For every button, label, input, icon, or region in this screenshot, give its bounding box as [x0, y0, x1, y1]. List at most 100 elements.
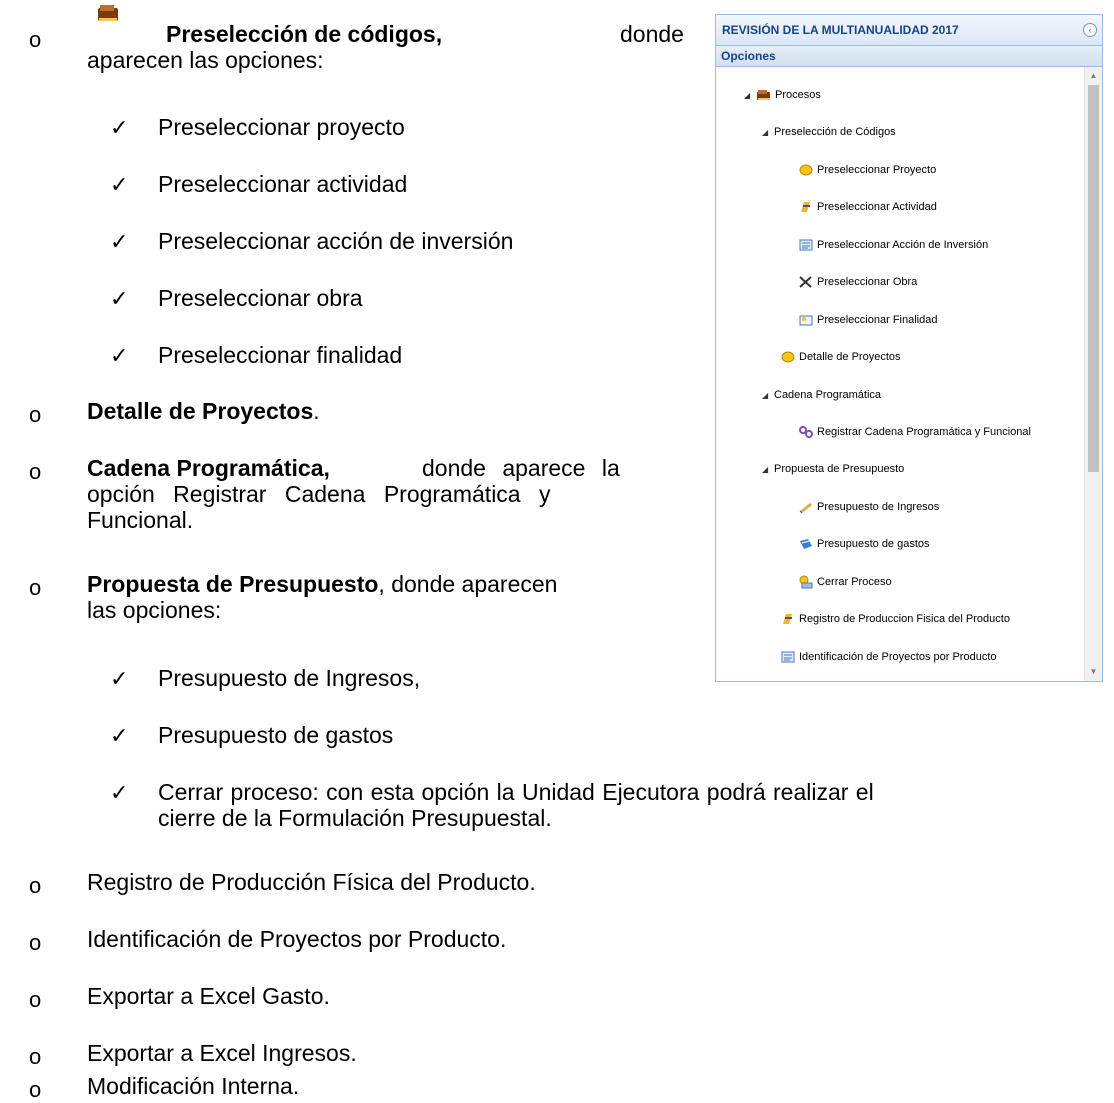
tree-node-propuesta[interactable]: ◢ Propuesta de Presupuesto	[762, 459, 904, 479]
tree-node[interactable]: Preseleccionar Acción de Inversión	[798, 235, 988, 255]
check-icon: ✓	[110, 723, 129, 748]
check-icon: ✓	[110, 343, 129, 368]
tools-icon	[798, 275, 814, 289]
other-item: Modificación Interna.	[87, 1073, 300, 1099]
bullet: o	[29, 930, 42, 955]
bullet: o	[29, 575, 42, 600]
tree-node[interactable]: Registrar Cadena Programática y Funciona…	[798, 422, 1031, 442]
investment-icon	[798, 238, 814, 252]
tree-label: Identificación de Proyectos por Producto	[799, 651, 997, 663]
tree-label: Preseleccionar Acción de Inversión	[817, 239, 989, 251]
collapse-icon[interactable]: ‹	[1083, 23, 1097, 37]
tree-label: Cerrar Proceso	[817, 576, 892, 588]
cerrar-line1: Cerrar proceso: con esta opción la Unida…	[158, 779, 874, 805]
folder-book-icon	[756, 88, 772, 102]
investment-icon	[780, 650, 796, 664]
tree-node[interactable]: Preseleccionar Finalidad	[798, 310, 937, 330]
document-page: o Preselección de códigos, donde aparece…	[0, 0, 1114, 1102]
prop-option: Presupuesto de Ingresos,	[158, 665, 421, 691]
tree-node-preseleccion[interactable]: ◢ Preselección de Códigos	[762, 122, 896, 142]
tree-label: Preseleccionar Proyecto	[817, 164, 937, 176]
tree-label: Presupuesto de Ingresos	[817, 501, 940, 513]
cadena-line2: opción Registrar Cadena Programática y	[87, 481, 551, 507]
menu-panel: REVISIÓN DE LA MULTIANUALIDAD 2017 ‹ Opc…	[715, 14, 1103, 682]
check-icon: ✓	[110, 780, 129, 805]
folder-book-icon	[95, 2, 121, 24]
pre-option: Preseleccionar finalidad	[158, 342, 403, 368]
expanded-arrow-icon[interactable]: ◢	[744, 91, 756, 100]
expanded-arrow-icon[interactable]: ◢	[762, 465, 774, 474]
tree-label: Preseleccionar Obra	[817, 276, 918, 288]
bullet: o	[29, 402, 42, 427]
tree-node-cadena[interactable]: ◢ Cadena Programática	[762, 385, 881, 405]
cerrar-line2: cierre de la Formulación Presupuestal.	[158, 805, 552, 831]
propuesta-heading: Propuesta de Presupuesto	[87, 571, 379, 597]
project-icon	[798, 163, 814, 177]
bullet: o	[29, 1044, 42, 1069]
bullet: o	[29, 27, 42, 52]
detalle-heading: Detalle de Proyectos	[87, 398, 314, 424]
section-header[interactable]: Opciones	[716, 46, 1102, 67]
check-icon: ✓	[110, 229, 129, 254]
other-item: Identificación de Proyectos por Producto…	[87, 926, 507, 952]
tree-node-procesos[interactable]: ◢ Procesos	[744, 85, 821, 105]
tree-node[interactable]: Presupuesto de gastos	[798, 534, 930, 554]
bullet: o	[29, 987, 42, 1012]
pre-option: Preseleccionar actividad	[158, 171, 408, 197]
check-icon: ✓	[110, 172, 129, 197]
pre-option: Preseleccionar obra	[158, 285, 363, 311]
expanded-arrow-icon[interactable]: ◢	[762, 128, 774, 137]
expanded-arrow-icon[interactable]: ◢	[762, 391, 774, 400]
propuesta-line2: las opciones:	[87, 597, 222, 623]
panel-title: REVISIÓN DE LA MULTIANUALIDAD 2017	[722, 23, 959, 37]
other-item: Exportar a Excel Ingresos.	[87, 1040, 357, 1066]
tree-label: Registro de Produccion Fisica del Produc…	[799, 613, 1010, 625]
cadena-line3: Funcional.	[87, 507, 194, 533]
tree-label: Detalle de Proyectos	[799, 351, 901, 363]
scroll-up-icon[interactable]: ▲	[1085, 69, 1102, 83]
bullet: o	[29, 1077, 42, 1102]
tree: ◢ Procesos ◢ Preselección de Códigos Pre…	[716, 67, 1079, 681]
tree-label: Procesos	[775, 89, 821, 101]
preseleccion-heading: Preselección de códigos,	[166, 21, 443, 47]
scroll-down-icon[interactable]: ▼	[1085, 665, 1102, 679]
section-title: Opciones	[721, 49, 776, 63]
bullet: o	[29, 873, 42, 898]
pre-option: Preseleccionar proyecto	[158, 114, 405, 140]
prop-option: Presupuesto de gastos	[158, 722, 394, 748]
finalidad-icon	[798, 313, 814, 327]
tree-label: Preseleccionar Actividad	[817, 201, 937, 213]
bullet: o	[29, 459, 42, 484]
cadena-rest: donde aparece la	[422, 455, 620, 481]
tree-label: Presupuesto de gastos	[817, 538, 930, 550]
tree-node[interactable]: Cerrar Proceso	[798, 572, 892, 592]
check-icon: ✓	[110, 115, 129, 140]
check-icon: ✓	[110, 286, 129, 311]
other-item: Registro de Producción Física del Produc…	[87, 869, 536, 895]
scrollbar[interactable]: ▲ ▼	[1084, 67, 1102, 681]
check-icon: ✓	[110, 666, 129, 691]
tree-node[interactable]: Preseleccionar Proyecto	[798, 160, 936, 180]
preseleccion-rest2: aparecen las opciones:	[87, 47, 324, 73]
chain-icon	[798, 425, 814, 439]
panel-header: REVISIÓN DE LA MULTIANUALIDAD 2017 ‹	[716, 15, 1102, 46]
tree-label: Propuesta de Presupuesto	[774, 463, 905, 475]
propuesta-rest: , donde aparecen	[378, 571, 558, 597]
tree-label: Preselección de Códigos	[774, 126, 896, 138]
project-icon	[780, 350, 796, 364]
tree-node[interactable]: Detalle de Proyectos	[780, 347, 901, 367]
tree-node[interactable]: Preseleccionar Actividad	[798, 197, 937, 217]
close-process-icon	[798, 575, 814, 589]
detalle-period: .	[313, 398, 320, 424]
cadena-heading: Cadena Programática,	[87, 455, 330, 481]
activity-icon	[798, 200, 814, 214]
scroll-thumb[interactable]	[1088, 85, 1099, 472]
tree-node[interactable]: Identificación de Proyectos por Producto	[780, 647, 997, 667]
preseleccion-rest: donde	[620, 21, 684, 47]
tree-node[interactable]: Registro de Produccion Fisica del Produc…	[780, 609, 1010, 629]
income-icon	[798, 500, 814, 514]
tree-node[interactable]: Presupuesto de Ingresos	[798, 497, 939, 517]
tree-label: Cadena Programática	[774, 389, 882, 401]
activity-icon	[780, 612, 796, 626]
tree-node[interactable]: Preseleccionar Obra	[798, 272, 917, 292]
